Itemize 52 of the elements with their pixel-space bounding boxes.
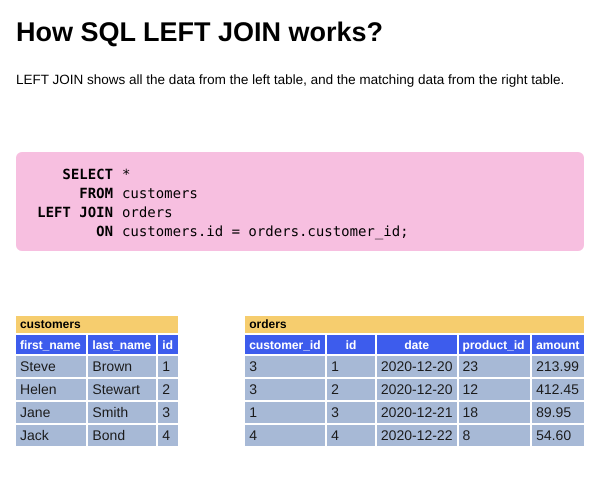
table-cell: 3	[245, 356, 326, 378]
table-caption: customers	[16, 316, 178, 334]
table-cell: Bond	[88, 425, 156, 446]
table-cell: 1	[327, 356, 375, 378]
column-header: amount	[532, 335, 584, 354]
sql-text: orders	[122, 204, 173, 224]
table-cell: 213.99	[532, 356, 584, 378]
description-text: LEFT JOIN shows all the data from the left table, and the matching data from the right table.	[16, 71, 566, 89]
table-cell: 2020-12-22	[376, 425, 456, 446]
sql-text: *	[122, 166, 130, 186]
sql-text: customers	[122, 185, 198, 204]
column-header: first_name	[16, 335, 86, 354]
table-cell: 4	[158, 425, 178, 446]
table-cell: Brown	[88, 356, 156, 378]
column-header: date	[376, 335, 456, 354]
table-caption: orders	[245, 316, 584, 334]
sql-keyword: ON	[95, 223, 113, 242]
column-header: id	[158, 335, 178, 354]
page-title: How SQL LEFT JOIN works?	[16, 16, 384, 48]
table-cell: 12	[458, 379, 530, 400]
table-cell: 2020-12-21	[376, 402, 456, 424]
sql-keyword: FROM	[78, 185, 113, 204]
column-header: id	[327, 335, 375, 354]
table-cell: 54.60	[532, 425, 584, 446]
table-cell: 3	[245, 379, 326, 400]
table-cell: 1	[245, 402, 326, 424]
sql-text: customers.id = orders.customer_id;	[122, 223, 409, 242]
column-header: product_id	[458, 335, 530, 354]
table-cell: Jack	[16, 425, 86, 446]
table-cell: 412.45	[532, 379, 584, 400]
sql-keyword: SELECT	[61, 166, 113, 186]
table-cell: 2	[327, 379, 375, 400]
table-cell: Steve	[16, 356, 86, 378]
column-header: customer_id	[245, 335, 326, 354]
table-cell: 1	[158, 356, 178, 378]
table-cell: 2020-12-20	[376, 379, 456, 400]
table-cell: 3	[158, 402, 178, 424]
table-cell: 3	[327, 402, 375, 424]
table-cell: 18	[458, 402, 530, 424]
column-header: last_name	[88, 335, 156, 354]
table-cell: Smith	[88, 402, 156, 424]
sql-keyword: LEFT JOIN	[36, 204, 113, 224]
table-cell: 2020-12-20	[376, 356, 456, 378]
table-cell: Helen	[16, 379, 86, 400]
table-cell: 23	[458, 356, 530, 378]
table-cell: 2	[158, 379, 178, 400]
table-cell: 8	[458, 425, 530, 446]
table-cell: Jane	[16, 402, 86, 424]
table-cell: Stewart	[88, 379, 156, 400]
table-cell: 4	[245, 425, 326, 446]
table-cell: 89.95	[532, 402, 584, 424]
table-cell: 4	[327, 425, 375, 446]
